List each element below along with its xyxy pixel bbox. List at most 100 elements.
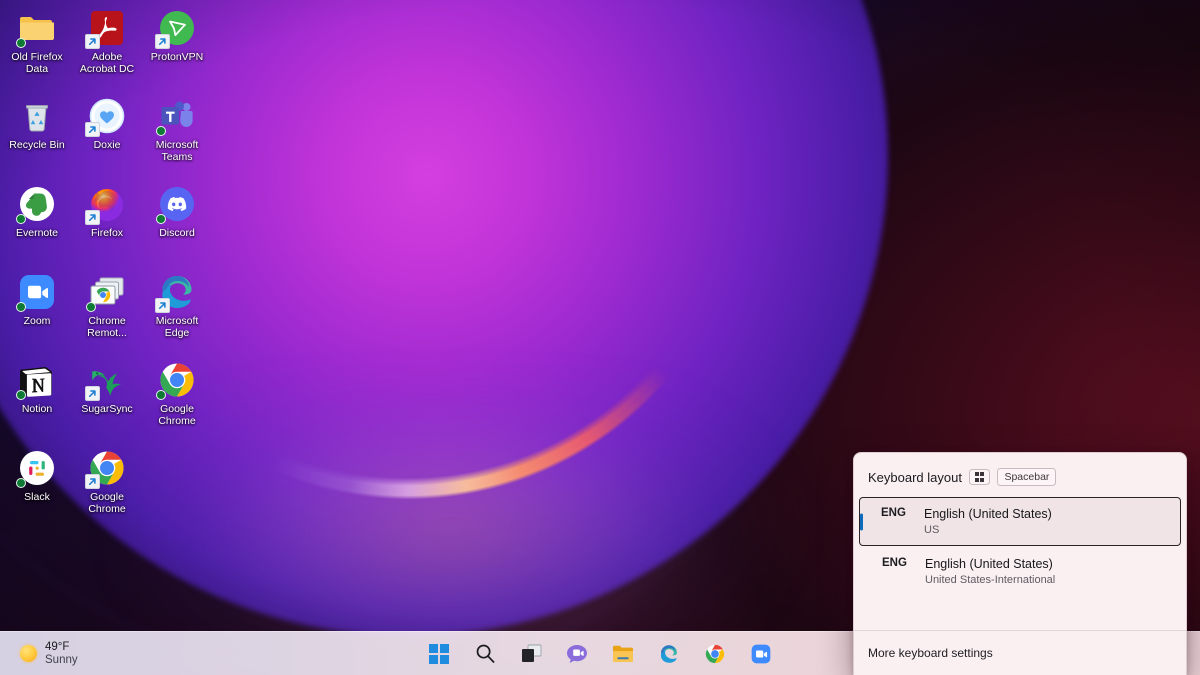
desktop-icon-grid: Old Firefox Data Adobe Acrobat DC ProtonVP… [0, 0, 212, 532]
desktop-icon-discord[interactable]: Discord [142, 180, 212, 268]
sugarsync-icon [85, 360, 127, 401]
desktop-icon-slack[interactable]: Slack [2, 444, 72, 532]
sync-status-icon [156, 126, 166, 136]
language-variant: US [924, 524, 940, 536]
desktop-icon-notion[interactable]: Notion [2, 356, 72, 444]
chrome-remote-desktop-icon [86, 272, 127, 312]
recycle-bin-icon [17, 96, 57, 136]
desktop-icon-label: Notion [21, 403, 53, 415]
desktop-icon-label: Microsoft Edge [155, 315, 199, 340]
sun-icon [20, 645, 37, 662]
desktop-icon-label: Adobe Acrobat DC [79, 51, 135, 76]
desktop-icon-protonvpn[interactable]: ProtonVPN [142, 4, 212, 92]
search-icon [475, 643, 496, 664]
keyboard-layout-list: ENG English (United States) US ENG English (… [854, 497, 1186, 597]
selection-accent-bar [860, 513, 863, 530]
taskbar-weather-widget[interactable]: 49°F Sunny [4, 636, 88, 672]
task-view-icon [521, 644, 542, 663]
more-keyboard-settings-label: More keyboard settings [868, 646, 993, 660]
desktop-icon-label: Doxie [93, 139, 121, 151]
desktop-icon-label: Old Firefox Data [11, 51, 63, 76]
zoom-icon [750, 643, 772, 665]
desktop-icon-microsoft-teams[interactable]: Microsoft Teams [142, 92, 212, 180]
language-variant: United States-International [925, 574, 1056, 586]
adobe-acrobat-icon [85, 8, 127, 49]
desktop-icon-label: Firefox [90, 227, 124, 239]
microsoft-edge-icon [155, 272, 197, 313]
desktop-icon-old-firefox-data[interactable]: Old Firefox Data [2, 4, 72, 92]
language-name: English (United States) [924, 507, 1052, 521]
desktop-icon-label: Slack [24, 491, 50, 503]
desktop-icon-label: Evernote [15, 227, 59, 239]
desktop-icon-recycle-bin[interactable]: Recycle Bin [2, 92, 72, 180]
sync-status-icon [16, 302, 26, 312]
keyboard-layout-option[interactable]: ENG English (United States) United States-… [859, 546, 1181, 597]
windows-key-icon [968, 469, 991, 485]
sync-status-icon [16, 38, 26, 48]
zoom-button[interactable] [743, 636, 779, 672]
desktop-icon-sugarsync[interactable]: SugarSync [72, 356, 142, 444]
weather-temperature: 49°F [45, 640, 70, 653]
edge-button[interactable] [651, 636, 687, 672]
start-button[interactable] [421, 636, 457, 672]
desktop-icon-google-chrome[interactable]: Google Chrome [72, 444, 142, 532]
keyboard-flyout-title: Keyboard layout [868, 469, 962, 485]
taskbar-button-group [421, 632, 779, 675]
weather-condition: Sunny [45, 653, 78, 666]
google-chrome-icon [704, 643, 726, 665]
slack-icon [16, 448, 57, 488]
language-code: ENG [881, 507, 906, 519]
chat-button[interactable] [559, 636, 595, 672]
desktop-icon-google-chrome[interactable]: Google Chrome [142, 356, 212, 444]
sync-status-icon [16, 478, 26, 488]
shortcut-arrow-icon [85, 210, 100, 225]
firefox-icon [85, 184, 127, 225]
desktop-icon-zoom[interactable]: Zoom [2, 268, 72, 356]
desktop-icon-microsoft-edge[interactable]: Microsoft Edge [142, 268, 212, 356]
search-button[interactable] [467, 636, 503, 672]
sync-status-icon [156, 214, 166, 224]
desktop-icon-doxie[interactable]: Doxie [72, 92, 142, 180]
keyboard-flyout-header: Keyboard layout Spacebar [854, 453, 1186, 497]
desktop-icon-label: Microsoft Teams [155, 139, 199, 164]
desktop-icon-adobe-acrobat-dc[interactable]: Adobe Acrobat DC [72, 4, 142, 92]
doxie-icon [85, 96, 127, 137]
more-keyboard-settings-button[interactable]: More keyboard settings [854, 630, 1186, 675]
zoom-icon [16, 272, 57, 312]
file-explorer-icon [612, 644, 634, 663]
shortcut-arrow-icon [155, 34, 170, 49]
desktop-icon-firefox[interactable]: Firefox [72, 180, 142, 268]
language-name: English (United States) [925, 557, 1053, 571]
google-chrome-icon [156, 360, 197, 400]
keyboard-layout-flyout: Keyboard layout Spacebar ENG English (Uni… [853, 452, 1187, 675]
windows-logo-icon [429, 643, 449, 664]
desktop-icon-label: Google Chrome [88, 491, 126, 516]
microsoft-edge-icon [658, 643, 680, 665]
desktop-icon-label: SugarSync [81, 403, 133, 415]
notion-icon [16, 360, 57, 400]
sync-status-icon [156, 390, 166, 400]
desktop-icon-evernote[interactable]: Evernote [2, 180, 72, 268]
keyboard-layout-option-selected[interactable]: ENG English (United States) US [859, 497, 1181, 546]
protonvpn-icon [155, 8, 197, 49]
shortcut-arrow-icon [155, 298, 170, 313]
google-chrome-icon [85, 448, 127, 489]
desktop-icon-chrome-remot[interactable]: Chrome Remot... [72, 268, 142, 356]
desktop-icon-label: Recycle Bin [9, 139, 65, 151]
task-view-button[interactable] [513, 636, 549, 672]
file-explorer-button[interactable] [605, 636, 641, 672]
chrome-button[interactable] [697, 636, 733, 672]
folder-icon [16, 8, 57, 48]
sync-status-icon [86, 302, 96, 312]
shortcut-arrow-icon [85, 34, 100, 49]
spacebar-key-label: Spacebar [997, 468, 1057, 486]
discord-icon [156, 184, 197, 224]
language-code: ENG [882, 557, 907, 569]
desktop-icon-label: Chrome Remot... [87, 315, 127, 340]
sync-status-icon [16, 390, 26, 400]
sync-status-icon [16, 214, 26, 224]
microsoft-teams-icon [156, 96, 197, 136]
desktop-icon-label: Discord [159, 227, 195, 239]
shortcut-arrow-icon [85, 122, 100, 137]
shortcut-arrow-icon [85, 474, 100, 489]
